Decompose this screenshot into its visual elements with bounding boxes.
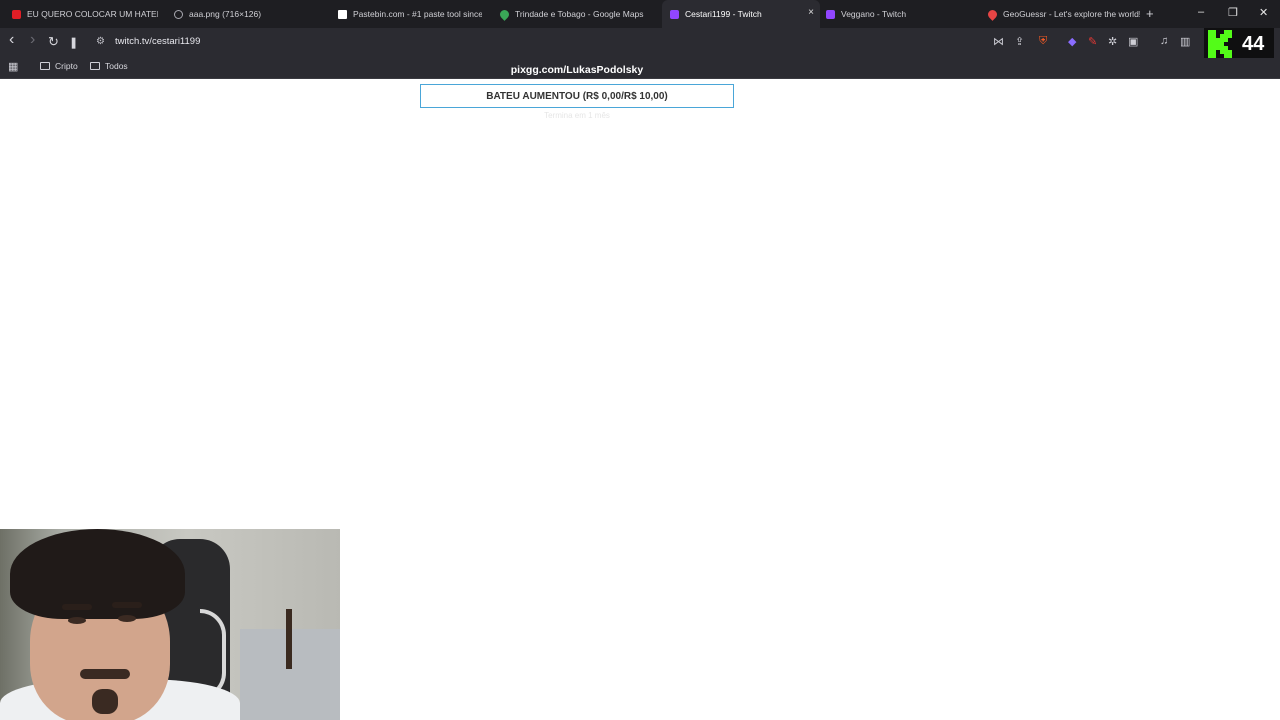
twitch-icon bbox=[670, 9, 679, 19]
extension-red-icon[interactable]: ✎ bbox=[1088, 35, 1097, 48]
tab-image[interactable]: aaa.png (716×126) bbox=[168, 0, 324, 28]
minimize-button[interactable]: – bbox=[1198, 6, 1204, 18]
address-bar[interactable]: ⚙ twitch.tv/cestari1199 bbox=[90, 31, 990, 53]
pastebin-icon bbox=[338, 9, 347, 19]
tab-geoguessr[interactable]: GeoGuessr - Let's explore the world! bbox=[982, 0, 1140, 28]
kick-logo-icon: 44 bbox=[1208, 30, 1265, 58]
media-muted-icon[interactable]: ⋈ bbox=[993, 35, 1004, 48]
reload-button[interactable]: ↻ bbox=[48, 34, 59, 50]
media-controls-icon[interactable]: ♫ bbox=[1160, 35, 1168, 47]
tab-youtube[interactable]: EU QUERO COLOCAR UM HATER DC bbox=[6, 0, 158, 28]
globe-icon bbox=[174, 9, 183, 19]
tab-close-icon[interactable]: × bbox=[808, 7, 814, 18]
url-text[interactable]: twitch.tv/cestari1199 bbox=[115, 36, 200, 47]
back-button[interactable]: ‹ bbox=[9, 32, 14, 48]
overlay-number: 44 bbox=[1242, 33, 1265, 55]
restore-button[interactable]: ❐ bbox=[1228, 6, 1238, 19]
share-icon[interactable]: ⇪ bbox=[1015, 35, 1024, 48]
tab-google-maps[interactable]: Trindade e Tobago - Google Maps bbox=[494, 0, 654, 28]
maps-pin-icon bbox=[498, 7, 511, 21]
tab-title: Cestari1199 - Twitch bbox=[685, 9, 762, 19]
donation-goal-bar: BATEU AUMENTOU (R$ 0,00/R$ 10,00) bbox=[420, 84, 734, 108]
new-tab-button[interactable]: + bbox=[1146, 6, 1154, 21]
tab-strip: EU QUERO COLOCAR UM HATER DC aaa.png (71… bbox=[0, 0, 1280, 28]
tab-title: EU QUERO COLOCAR UM HATER DC bbox=[27, 9, 158, 19]
extension-violet-icon[interactable]: ◆ bbox=[1068, 35, 1076, 48]
stream-title: pixgg.com/LukasPodolsky bbox=[510, 64, 644, 76]
tab-pastebin[interactable]: Pastebin.com - #1 paste tool since 2 bbox=[332, 0, 482, 28]
youtube-icon bbox=[12, 9, 21, 19]
forward-button[interactable]: › bbox=[30, 32, 35, 48]
goal-subtext: Termina em 1 mês bbox=[544, 111, 610, 120]
sidebar-icon[interactable]: ▥ bbox=[1180, 35, 1190, 48]
tab-title: Pastebin.com - #1 paste tool since 2 bbox=[353, 9, 482, 19]
tab-veggano-twitch[interactable]: Veggano - Twitch bbox=[820, 0, 980, 28]
site-info-icon[interactable]: ⚙ bbox=[96, 36, 105, 47]
brave-shields-icon[interactable]: ⛨ bbox=[1039, 35, 1047, 48]
tab-title: aaa.png (716×126) bbox=[189, 9, 262, 19]
tab-cestari-twitch[interactable]: Cestari1199 - Twitch × bbox=[662, 0, 820, 28]
extension-puzzle-icon[interactable]: ✲ bbox=[1108, 35, 1117, 48]
tab-title: Veggano - Twitch bbox=[841, 9, 907, 19]
geoguessr-pin-icon bbox=[986, 7, 999, 21]
webcam-video bbox=[0, 529, 340, 720]
extension-screen-icon[interactable]: ▣ bbox=[1128, 35, 1138, 48]
twitch-icon bbox=[826, 9, 835, 19]
bookmark-button[interactable]: ❚ bbox=[69, 35, 78, 51]
browser-toolbar: ‹ › ↻ ❚ ⚙ twitch.tv/cestari1199 ⋈ ⇪ ⛨ ◆ … bbox=[0, 28, 1280, 56]
tab-title: Trindade e Tobago - Google Maps bbox=[515, 9, 644, 19]
stream-overlay-badge: 44 bbox=[1204, 28, 1274, 58]
tab-title: GeoGuessr - Let's explore the world! bbox=[1003, 9, 1140, 19]
close-window-button[interactable]: ✕ bbox=[1259, 6, 1268, 19]
goal-label: BATEU AUMENTOU (R$ 0,00/R$ 10,00) bbox=[486, 90, 668, 102]
